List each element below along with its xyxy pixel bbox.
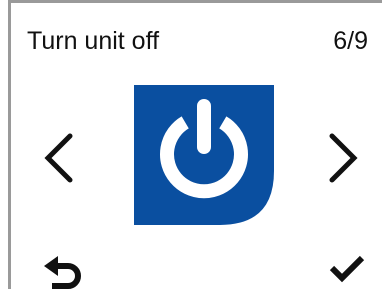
checkmark-icon (329, 255, 365, 283)
next-button[interactable] (322, 132, 362, 184)
device-screen: Turn unit off 6/9 (0, 0, 382, 289)
frame-border-left (8, 0, 11, 289)
confirm-button[interactable] (326, 252, 370, 289)
chevron-left-icon (44, 133, 73, 183)
previous-button[interactable] (40, 132, 80, 184)
chevron-right-icon (329, 133, 358, 183)
power-off-tile[interactable] (134, 85, 274, 225)
screen-title: Turn unit off (27, 27, 160, 55)
power-icon (134, 85, 274, 225)
page-counter: 6/9 (333, 27, 368, 55)
back-button[interactable] (38, 252, 86, 289)
frame-border-top (8, 0, 382, 3)
return-arrow-icon (44, 256, 81, 289)
